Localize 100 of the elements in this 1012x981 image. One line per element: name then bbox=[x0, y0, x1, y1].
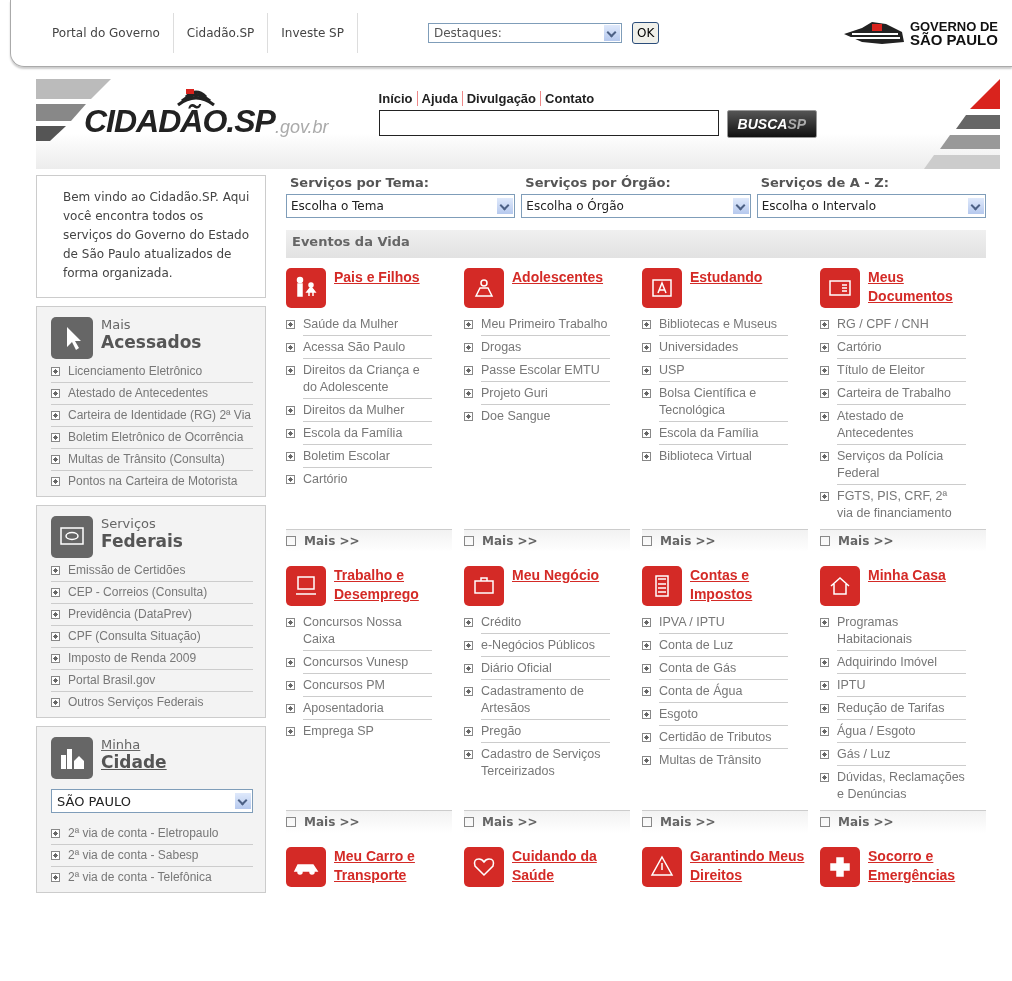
sidebar-link[interactable]: 2ª via de conta - Eletropaulo bbox=[68, 825, 219, 842]
service-link[interactable]: Gás / Luz bbox=[837, 746, 966, 766]
header-nav-link[interactable]: Contato bbox=[540, 91, 599, 106]
top-nav-link[interactable]: Portal do Governo bbox=[39, 13, 174, 53]
service-link[interactable]: Passe Escolar EMTU bbox=[481, 362, 610, 382]
service-link[interactable]: Concursos Vunesp bbox=[303, 654, 432, 674]
sidebar-link[interactable]: Pontos na Carteira de Motorista bbox=[68, 473, 238, 490]
site-logo[interactable]: CIDADÃO.SP.gov.br bbox=[84, 87, 329, 140]
service-link[interactable]: Cartório bbox=[303, 471, 432, 490]
search-button[interactable]: BUSCASP bbox=[726, 110, 818, 138]
category-link[interactable]: Meu Negócio bbox=[512, 566, 600, 585]
sidebar-link[interactable]: CPF (Consulta Situação) bbox=[68, 628, 201, 645]
more-link[interactable]: Mais >> bbox=[482, 534, 538, 548]
service-link[interactable]: Esgoto bbox=[659, 706, 788, 726]
service-link[interactable]: Conta de Água bbox=[659, 683, 788, 703]
service-link[interactable]: Cadastramento de Artesãos bbox=[481, 683, 610, 720]
service-link[interactable]: Meu Primeiro Trabalho bbox=[481, 316, 610, 336]
more-link[interactable]: Mais >> bbox=[482, 815, 538, 829]
service-link[interactable]: Direitos da Criança e do Adolescente bbox=[303, 362, 432, 399]
service-link[interactable]: Direitos da Mulher bbox=[303, 402, 432, 422]
service-link[interactable]: Carteira de Trabalho bbox=[837, 385, 966, 405]
service-link[interactable]: Aposentadoria bbox=[303, 700, 432, 720]
sidebar-link[interactable]: Emissão de Certidões bbox=[68, 562, 186, 579]
service-link[interactable]: e-Negócios Públicos bbox=[481, 637, 610, 657]
service-link[interactable]: FGTS, PIS, CRF, 2ª via de financiamento bbox=[837, 488, 966, 524]
category-link[interactable]: Minha Casa bbox=[868, 566, 946, 585]
service-link[interactable]: Acessa São Paulo bbox=[303, 339, 432, 359]
service-link[interactable]: Atestado de Antecedentes bbox=[837, 408, 966, 445]
service-link[interactable]: Conta de Gás bbox=[659, 660, 788, 680]
city-select[interactable]: SÃO PAULO bbox=[51, 789, 253, 813]
category-link[interactable]: Meu Carro e Transporte bbox=[334, 847, 452, 885]
service-link[interactable]: Crédito bbox=[481, 614, 610, 634]
sidebar-link[interactable]: Imposto de Renda 2009 bbox=[68, 650, 197, 667]
sidebar-link[interactable]: Portal Brasil.gov bbox=[68, 672, 156, 689]
service-link[interactable]: Projeto Guri bbox=[481, 385, 610, 405]
ok-button[interactable]: OK bbox=[631, 22, 660, 44]
category-link[interactable]: Contas e Impostos bbox=[690, 566, 808, 604]
sidebar-link[interactable]: Atestado de Antecedentes bbox=[68, 385, 209, 402]
sidebar-link[interactable]: 2ª via de conta - Telefônica bbox=[68, 869, 212, 886]
category-link[interactable]: Garantindo Meus Direitos bbox=[690, 847, 808, 885]
service-link[interactable]: Escola da Família bbox=[303, 425, 432, 445]
more-link[interactable]: Mais >> bbox=[838, 534, 894, 548]
more-link[interactable]: Mais >> bbox=[838, 815, 894, 829]
service-link[interactable]: Cadastro de Serviços Terceirizados bbox=[481, 746, 610, 782]
service-link[interactable]: Conta de Luz bbox=[659, 637, 788, 657]
service-link[interactable]: Pregão bbox=[481, 723, 610, 743]
service-link[interactable]: Diário Oficial bbox=[481, 660, 610, 680]
service-link[interactable]: Programas Habitacionais bbox=[837, 614, 966, 651]
service-link[interactable]: Emprega SP bbox=[303, 723, 432, 742]
service-link[interactable]: Drogas bbox=[481, 339, 610, 359]
sidebar-link[interactable]: 2ª via de conta - Sabesp bbox=[68, 847, 199, 864]
service-link[interactable]: Doe Sangue bbox=[481, 408, 610, 427]
highlights-select[interactable]: Destaques: bbox=[427, 23, 622, 43]
service-link[interactable]: Universidades bbox=[659, 339, 788, 359]
sidebar-link[interactable]: Licenciamento Eletrônico bbox=[68, 363, 203, 380]
service-link[interactable]: Redução de Tarifas bbox=[837, 700, 966, 720]
service-link[interactable]: Certidão de Tributos bbox=[659, 729, 788, 749]
more-link[interactable]: Mais >> bbox=[660, 534, 716, 548]
service-link[interactable]: Concursos Nossa Caixa bbox=[303, 614, 432, 651]
category-link[interactable]: Trabalho e Desemprego bbox=[334, 566, 452, 604]
service-link[interactable]: Concursos PM bbox=[303, 677, 432, 697]
search-input[interactable] bbox=[378, 110, 719, 136]
service-link[interactable]: Cartório bbox=[837, 339, 966, 359]
service-link[interactable]: Bibliotecas e Museus bbox=[659, 316, 788, 336]
panel-title-link[interactable]: Cidade bbox=[101, 752, 167, 772]
service-link[interactable]: RG / CPF / CNH bbox=[837, 316, 966, 336]
service-link[interactable]: Saúde da Mulher bbox=[303, 316, 432, 336]
sidebar-link[interactable]: CEP - Correios (Consulta) bbox=[68, 584, 208, 601]
service-link[interactable]: Dúvidas, Reclamações e Denúncias bbox=[837, 769, 966, 805]
sidebar-link[interactable]: Boletim Eletrônico de Ocorrência bbox=[68, 429, 244, 446]
category-link[interactable]: Adolescentes bbox=[512, 268, 604, 287]
filter-select[interactable]: Escolha o Tema bbox=[286, 194, 516, 218]
sidebar-link[interactable]: Previdência (DataPrev) bbox=[68, 606, 193, 623]
service-link[interactable]: Escola da Família bbox=[659, 425, 788, 445]
service-link[interactable]: Serviços da Polícia Federal bbox=[837, 448, 966, 485]
service-link[interactable]: IPTU bbox=[837, 677, 966, 697]
more-link[interactable]: Mais >> bbox=[304, 815, 360, 829]
top-nav-link[interactable]: Investe SP bbox=[268, 13, 358, 53]
service-link[interactable]: Bolsa Científica e Tecnológica bbox=[659, 385, 788, 422]
sidebar-link[interactable]: Carteira de Identidade (RG) 2ª Via bbox=[68, 407, 251, 424]
service-link[interactable]: IPVA / IPTU bbox=[659, 614, 788, 634]
service-link[interactable]: Boletim Escolar bbox=[303, 448, 432, 468]
service-link[interactable]: Adquirindo Imóvel bbox=[837, 654, 966, 674]
category-link[interactable]: Pais e Filhos bbox=[334, 268, 420, 287]
service-link[interactable]: Água / Esgoto bbox=[837, 723, 966, 743]
more-link[interactable]: Mais >> bbox=[660, 815, 716, 829]
category-link[interactable]: Estudando bbox=[690, 268, 763, 287]
filter-select[interactable]: Escolha o Órgão bbox=[521, 194, 751, 218]
header-nav-link[interactable]: Divulgação bbox=[461, 91, 541, 106]
sidebar-link[interactable]: Multas de Trânsito (Consulta) bbox=[68, 451, 225, 468]
category-link[interactable]: Cuidando da Saúde bbox=[512, 847, 630, 885]
sidebar-link[interactable]: Outros Serviços Federais bbox=[68, 694, 204, 711]
more-link[interactable]: Mais >> bbox=[304, 534, 360, 548]
header-nav-link[interactable]: Ajuda bbox=[416, 91, 462, 106]
service-link[interactable]: Biblioteca Virtual bbox=[659, 448, 788, 467]
category-link[interactable]: Meus Documentos bbox=[868, 268, 986, 306]
header-nav-link[interactable]: Início bbox=[378, 91, 417, 106]
service-link[interactable]: Multas de Trânsito bbox=[659, 752, 788, 771]
service-link[interactable]: Título de Eleitor bbox=[837, 362, 966, 382]
category-link[interactable]: Socorro e Emergências bbox=[868, 847, 986, 885]
